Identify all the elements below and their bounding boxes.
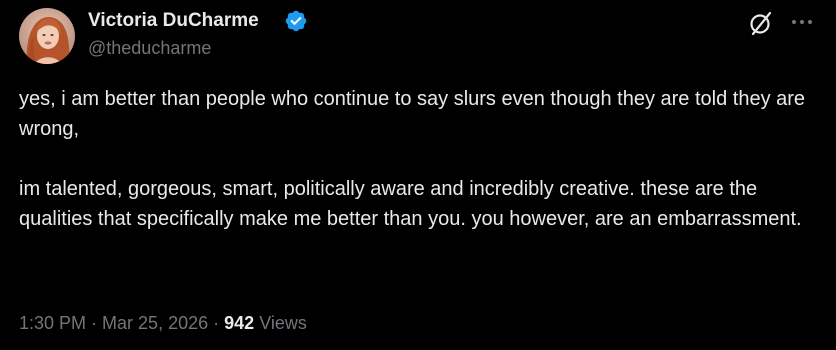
avatar-image <box>19 8 75 64</box>
tweet-paragraph: im talented, gorgeous, smart, politicall… <box>19 178 802 230</box>
meta-separator: · <box>86 313 103 333</box>
grok-icon[interactable] <box>748 10 774 36</box>
more-options-icon[interactable] <box>790 12 814 32</box>
avatar[interactable] <box>19 8 75 64</box>
tweet-time[interactable]: 1:30 PM <box>19 313 86 333</box>
views-label: Views <box>259 313 307 333</box>
views-count: 942 <box>224 313 255 333</box>
author-handle[interactable]: @theducharme <box>88 36 211 60</box>
verified-badge-icon <box>285 10 307 32</box>
author-display-name[interactable]: Victoria DuCharme <box>88 8 259 34</box>
tweet-date[interactable]: Mar 25, 2026 <box>102 313 208 333</box>
tweet-paragraph: yes, i am better than people who continu… <box>19 88 806 140</box>
tweet-metadata: 1:30 PM · Mar 25, 2026 · 942 Views <box>19 310 307 336</box>
meta-separator: · <box>208 313 225 333</box>
tweet-card: Victoria DuCharme @theducharme yes, i am… <box>0 0 836 350</box>
tweet-text: yes, i am better than people who continu… <box>19 84 819 234</box>
